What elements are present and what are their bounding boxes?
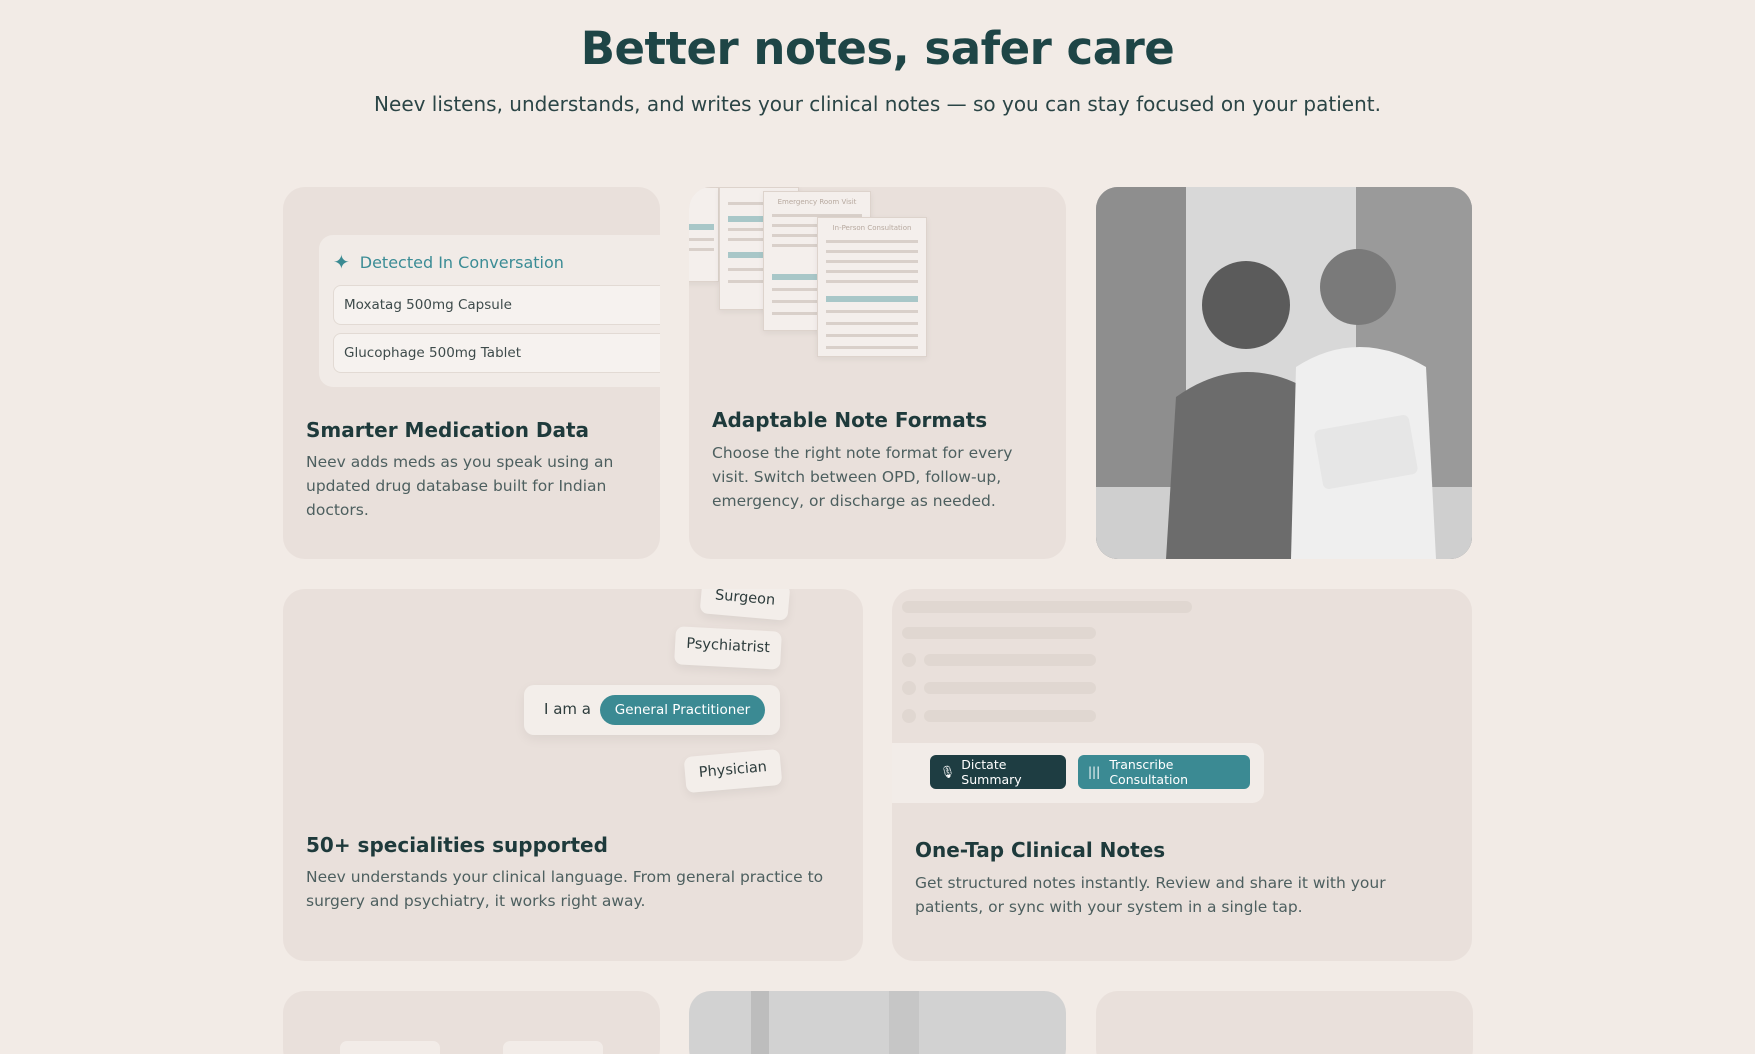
speciality-pill[interactable]: Physician <box>683 748 783 794</box>
onetap-desc: Get structured notes instantly. Review a… <box>915 874 1386 916</box>
medication-desc: Neev adds meds as you speak using an upd… <box>306 453 614 519</box>
action-bar: 🎙 Dictate Summary ||| Transcribe Consult… <box>892 743 1264 803</box>
specialities-title: 50+ specialities supported <box>306 833 608 857</box>
page-subtitle: Neev listens, understands, and writes yo… <box>374 92 1381 116</box>
speciality-selector: I am a General Practitioner <box>524 685 780 735</box>
microphone-icon: 🎙 <box>940 765 956 779</box>
dictate-summary-button[interactable]: 🎙 Dictate Summary <box>930 755 1066 789</box>
bottom-card <box>1096 991 1473 1054</box>
note-doc <box>689 187 719 282</box>
detected-title: Detected In Conversation <box>359 252 564 272</box>
specialities-desc: Neev understands your clinical language.… <box>306 868 824 910</box>
specialities-card: Surgeon Psychiatrist I am a General Prac… <box>283 589 863 961</box>
formats-card: Emergency Room Visit In-Person Consultat… <box>689 187 1066 559</box>
speciality-pill[interactable]: Psychiatrist <box>674 626 782 670</box>
iam-label: I am a <box>544 700 591 718</box>
medication-title: Smarter Medication Data <box>306 418 590 442</box>
medication-card: ✦ Detected In Conversation Moxatag 500mg… <box>283 187 660 559</box>
note-doc: In-Person Consultation <box>817 217 927 357</box>
bottom-card <box>283 991 660 1054</box>
med-item[interactable]: Glucophage 500mg Tablet <box>333 333 660 373</box>
formats-title: Adaptable Note Formats <box>712 408 988 432</box>
onetap-title: One-Tap Clinical Notes <box>915 838 1166 862</box>
doc-title: In-Person Consultation <box>832 224 912 232</box>
doctor-patient-photo <box>1096 187 1472 559</box>
sparkle-icon: ✦ <box>333 250 350 274</box>
onetap-card: 🎙 Dictate Summary ||| Transcribe Consult… <box>892 589 1472 961</box>
formats-desc: Choose the right note format for every v… <box>712 444 1013 510</box>
selected-speciality-pill[interactable]: General Practitioner <box>600 695 765 725</box>
med-item[interactable]: Moxatag 500mg Capsule <box>333 285 660 325</box>
bottom-photo-card <box>689 991 1066 1054</box>
speciality-pill[interactable]: Surgeon <box>699 589 791 621</box>
waveform-icon: ||| <box>1088 765 1101 779</box>
transcribe-consultation-button[interactable]: ||| Transcribe Consultation <box>1078 755 1250 789</box>
doc-title: Emergency Room Visit <box>777 198 857 206</box>
detected-panel: ✦ Detected In Conversation Moxatag 500mg… <box>319 235 660 387</box>
page-title: Better notes, safer care <box>580 22 1175 75</box>
